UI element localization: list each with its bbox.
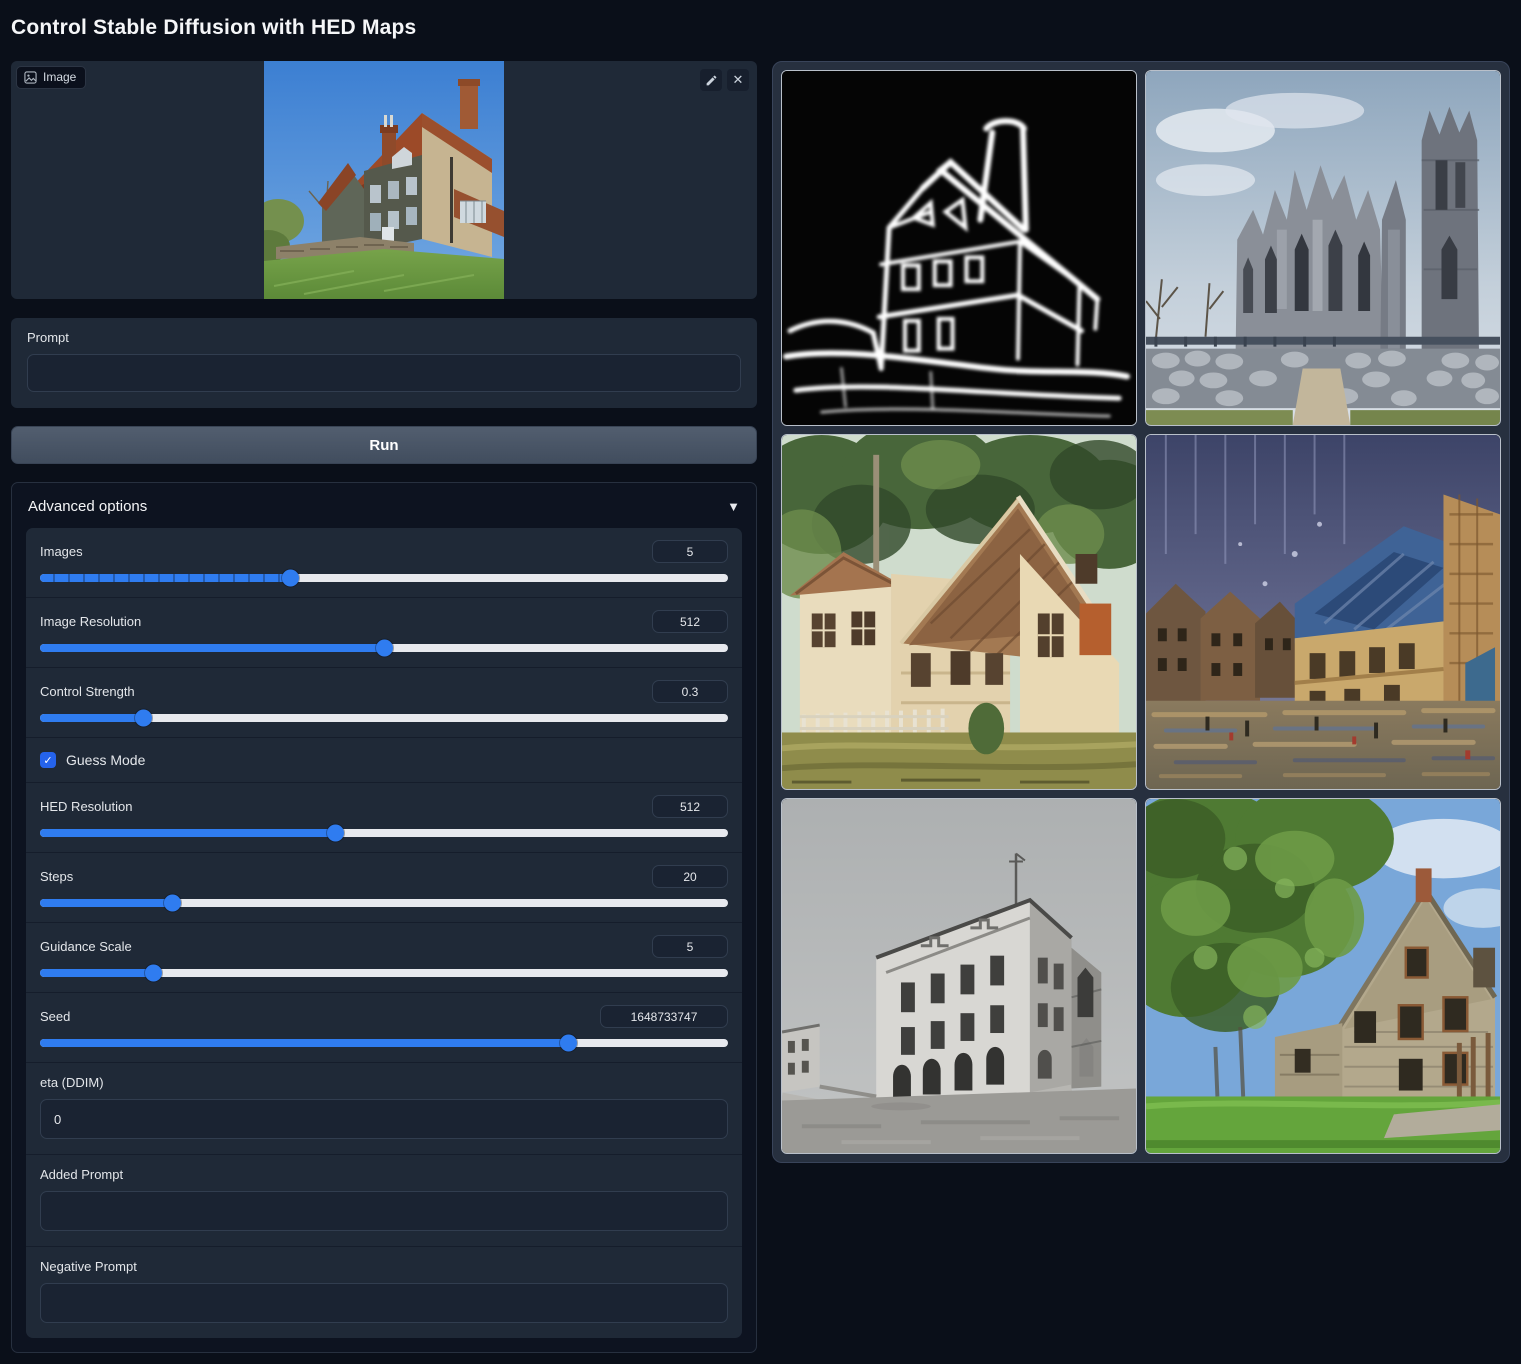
images-row: Images	[26, 528, 742, 598]
negative-prompt-label: Negative Prompt	[40, 1259, 728, 1274]
added-prompt-label: Added Prompt	[40, 1167, 728, 1182]
prompt-label: Prompt	[27, 330, 741, 345]
pencil-icon	[705, 74, 718, 87]
guidance-scale-slider[interactable]	[40, 969, 728, 977]
control-strength-value-input[interactable]	[652, 680, 728, 703]
added-prompt-row: Added Prompt	[26, 1155, 742, 1247]
input-image-panel[interactable]: Image ✕	[11, 61, 757, 299]
close-icon: ✕	[733, 72, 744, 88]
slider-fill	[40, 969, 153, 977]
hed-resolution-slider[interactable]	[40, 829, 728, 837]
guess-mode-label: Guess Mode	[66, 752, 145, 768]
image-component-tab: Image	[16, 66, 86, 89]
slider-fill	[40, 829, 335, 837]
accordion-title: Advanced options	[28, 498, 147, 515]
steps-value-input[interactable]	[652, 865, 728, 888]
guidance-scale-label: Guidance Scale	[40, 939, 132, 954]
slider-fill	[40, 574, 290, 582]
advanced-options-form: Images Image Resolution	[26, 528, 742, 1338]
hed-map-image	[782, 71, 1136, 425]
image-resolution-row: Image Resolution	[26, 598, 742, 668]
main-layout: Image ✕	[0, 61, 1521, 1353]
uploaded-image	[264, 61, 504, 299]
slider-thumb[interactable]	[164, 895, 181, 912]
eta-row: eta (DDIM)	[26, 1063, 742, 1155]
seed-slider[interactable]	[40, 1039, 728, 1047]
gallery-item-painterly-scene[interactable]	[1145, 434, 1501, 790]
slider-fill	[40, 644, 384, 652]
image-actions: ✕	[700, 69, 749, 91]
negative-prompt-input[interactable]	[40, 1283, 728, 1323]
image-resolution-slider[interactable]	[40, 644, 728, 652]
steps-label: Steps	[40, 869, 73, 884]
images-value-input[interactable]	[652, 540, 728, 563]
gallery-item-cathedral[interactable]	[1145, 70, 1501, 426]
steps-slider[interactable]	[40, 899, 728, 907]
image-component-label: Image	[43, 70, 76, 84]
image-resolution-value-input[interactable]	[652, 610, 728, 633]
images-label: Images	[40, 544, 83, 559]
cathedral-image	[1146, 71, 1500, 425]
image-icon	[24, 71, 37, 84]
checkbox-check-icon: ✓	[40, 752, 56, 768]
prompt-input[interactable]	[27, 354, 741, 392]
hed-resolution-label: HED Resolution	[40, 799, 133, 814]
run-button[interactable]: Run	[11, 426, 757, 464]
grayscale-building-image	[782, 799, 1136, 1153]
stone-house-image	[1146, 799, 1500, 1153]
control-strength-row: Control Strength	[26, 668, 742, 738]
steps-row: Steps	[26, 853, 742, 923]
painted-house-image	[782, 435, 1136, 789]
image-resolution-label: Image Resolution	[40, 614, 141, 629]
hed-resolution-value-input[interactable]	[652, 795, 728, 818]
eta-label: eta (DDIM)	[40, 1075, 728, 1090]
slider-thumb[interactable]	[135, 710, 152, 727]
negative-prompt-row: Negative Prompt	[26, 1247, 742, 1338]
added-prompt-input[interactable]	[40, 1191, 728, 1231]
chevron-down-icon: ▼	[727, 499, 740, 514]
result-gallery	[772, 61, 1510, 1163]
images-slider[interactable]	[40, 574, 728, 582]
slider-fill	[40, 1039, 568, 1047]
guess-mode-checkbox[interactable]: ✓ Guess Mode	[26, 738, 742, 782]
slider-thumb[interactable]	[282, 570, 299, 587]
edit-image-button[interactable]	[700, 69, 722, 91]
page-title: Control Stable Diffusion with HED Maps	[0, 0, 1521, 40]
guidance-scale-row: Guidance Scale	[26, 923, 742, 993]
gallery-item-grayscale-building[interactable]	[781, 798, 1137, 1154]
hed-resolution-row: HED Resolution	[26, 782, 742, 853]
seed-row: Seed	[26, 993, 742, 1063]
gallery-item-painted-house[interactable]	[781, 434, 1137, 790]
slider-thumb[interactable]	[327, 825, 344, 842]
guidance-scale-value-input[interactable]	[652, 935, 728, 958]
seed-value-input[interactable]	[600, 1005, 728, 1028]
slider-thumb[interactable]	[560, 1035, 577, 1052]
controls-column: Image ✕	[11, 61, 757, 1353]
gallery-item-stone-house[interactable]	[1145, 798, 1501, 1154]
eta-input[interactable]	[40, 1099, 728, 1139]
slider-thumb[interactable]	[145, 965, 162, 982]
gallery-item-hed-map[interactable]	[781, 70, 1137, 426]
control-strength-label: Control Strength	[40, 684, 135, 699]
slider-fill	[40, 714, 143, 722]
seed-label: Seed	[40, 1009, 70, 1024]
prompt-panel: Prompt	[11, 318, 757, 408]
accordion-toggle[interactable]: Advanced options ▼	[26, 483, 742, 528]
slider-thumb[interactable]	[376, 640, 393, 657]
painterly-scene-image	[1146, 435, 1500, 789]
slider-fill	[40, 899, 172, 907]
clear-image-button[interactable]: ✕	[727, 69, 749, 91]
advanced-options-accordion: Advanced options ▼ Images Image	[11, 482, 757, 1353]
control-strength-slider[interactable]	[40, 714, 728, 722]
